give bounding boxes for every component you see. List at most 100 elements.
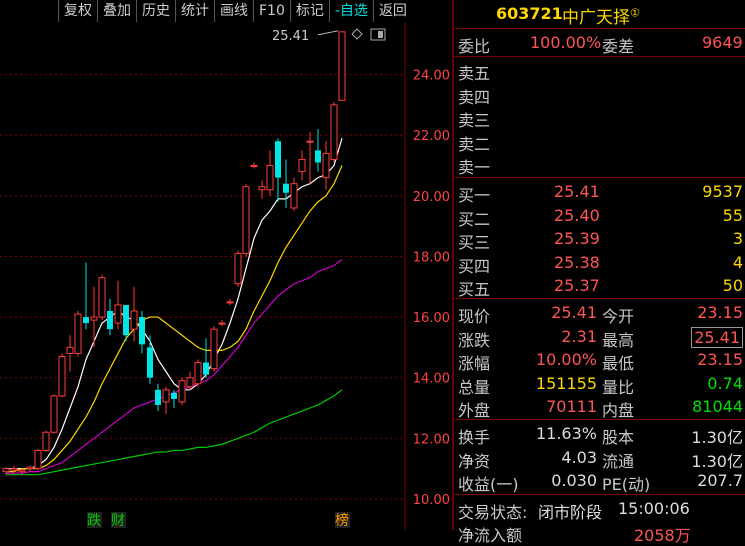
- window-icon-fill: [378, 31, 383, 38]
- buy-price: 25.40: [554, 205, 600, 225]
- toolbar-button-3[interactable]: 统计: [175, 0, 214, 22]
- weibi-row: 委比 100.00% 委差 9649: [454, 31, 745, 56]
- buy-row: 买四 25.38 4: [454, 251, 745, 276]
- toolbar-button-0[interactable]: 复权: [58, 0, 97, 22]
- candle-body: [107, 311, 113, 330]
- quote-value: 70111: [546, 397, 597, 417]
- event-marker: 榜: [335, 512, 349, 529]
- fund-value: 1.30亿: [691, 428, 743, 447]
- sell-label: 卖五: [458, 64, 491, 83]
- quote-row: 外盘 70111 内盘 81044: [454, 395, 745, 421]
- y-tick-label: 12.00: [413, 432, 450, 447]
- quote-value: 10.00%: [535, 350, 597, 370]
- candle-body: [74, 313, 82, 354]
- toolbar-button-6[interactable]: 标记: [289, 0, 329, 22]
- toolbar-button-7[interactable]: -自选: [328, 0, 373, 22]
- buy-row: 买一 25.41 9537: [454, 180, 745, 205]
- quote-value: 81044: [692, 397, 743, 417]
- fund-label: 收益(一): [458, 475, 519, 495]
- candle-body: [162, 389, 170, 403]
- quote-label: 总量: [458, 377, 491, 397]
- buy-volume: 4: [732, 252, 743, 272]
- partial-label: 净流入额: [458, 526, 523, 545]
- candle-body: [123, 304, 129, 336]
- quote-label: 今开: [602, 307, 635, 326]
- candle-body: [234, 252, 242, 285]
- sell-row: 卖五: [454, 58, 745, 83]
- toolbar-button-2[interactable]: 历史: [136, 0, 175, 22]
- candle-body: [283, 183, 289, 193]
- fund-value: 11.63%: [535, 424, 597, 443]
- quote-label: 涨幅: [458, 354, 491, 374]
- candle-body: [315, 150, 321, 163]
- candle-body: [18, 469, 26, 473]
- event-marker: 财: [111, 513, 125, 529]
- candle-body: [10, 468, 18, 471]
- quote-label: 外盘: [458, 401, 491, 421]
- buy-price: 25.38: [554, 252, 600, 272]
- candle-body: [186, 377, 194, 388]
- weibi-label: 委比: [458, 37, 491, 56]
- quote-value: 0.74: [707, 373, 743, 393]
- fund-value: 207.7: [697, 471, 743, 491]
- stock-title: 603721 中广天择①: [454, 0, 745, 29]
- sell-row: 卖一: [454, 152, 745, 177]
- toolbar-button-4[interactable]: 画线: [214, 0, 253, 22]
- weibi-value: 100.00%: [530, 33, 602, 52]
- y-tick-label: 10.00: [413, 493, 450, 508]
- y-tick-label: 20.00: [413, 190, 450, 205]
- stock-name[interactable]: 中广天择①: [562, 3, 640, 28]
- diamond-icon: [351, 28, 363, 40]
- fund-label: 流通: [602, 451, 635, 471]
- sell-row: 卖三: [454, 105, 745, 131]
- fund-label: 股本: [602, 428, 635, 447]
- sell-label: 卖三: [458, 111, 491, 131]
- quote-row: 总量 151155 量比 0.74: [454, 372, 745, 397]
- buy-label: 买五: [458, 280, 491, 300]
- buy-row: 买二 25.40 55: [454, 204, 745, 229]
- candle-body: [171, 392, 177, 399]
- y-tick-label: 24.00: [413, 69, 450, 84]
- buy-label: 买四: [458, 256, 491, 276]
- quote-value: 25.41: [691, 326, 743, 348]
- candle-body: [242, 186, 250, 254]
- toolbar-button-1[interactable]: 叠加: [97, 0, 136, 22]
- y-tick-label: 22.00: [413, 129, 450, 144]
- sell-row: 卖四: [454, 82, 745, 107]
- candle-body: [275, 141, 281, 178]
- partial-row: 净流入额 2058万: [454, 520, 745, 545]
- quote-label: 内盘: [602, 401, 635, 421]
- candle-body: [266, 165, 274, 191]
- candle-body: [26, 466, 34, 470]
- candle-body: [139, 317, 145, 345]
- candle-body: [330, 104, 338, 160]
- toolbar-button-5[interactable]: F10: [253, 0, 290, 22]
- quote-row: 涨幅 10.00% 最低 23.15: [454, 348, 745, 374]
- last-price-label: 25.41: [272, 29, 309, 44]
- quote-value: 151155: [535, 373, 597, 393]
- quote-label: 最高: [602, 330, 635, 350]
- status-row: 交易状态: 闭市阶段 15:00:06: [454, 497, 745, 522]
- y-tick-label: 18.00: [413, 250, 450, 265]
- fund-row: 换手 11.63% 股本 1.30亿: [454, 422, 745, 447]
- candle-body: [203, 362, 209, 375]
- quote-panel: 603721 中广天择① 委比 100.00% 委差 9649 卖五 卖四 卖三 卖二…: [454, 0, 745, 545]
- candlestick-chart[interactable]: 10.00 12.00 14.00 16.00 18.00 20.00 22.00 24.00…: [0, 0, 452, 530]
- candle-body: [226, 301, 234, 304]
- buy-volume: 55: [722, 205, 743, 225]
- buy-label: 买三: [458, 233, 491, 253]
- chart-toolbar: 复权 叠加 历史 统计 画线 F10 标记 -自选 返回: [58, 0, 412, 22]
- quote-label: 现价: [458, 307, 491, 326]
- buy-label: 买二: [458, 209, 491, 229]
- candle-body: [50, 395, 58, 433]
- quote-value: 23.15: [697, 303, 743, 322]
- candle-body: [290, 183, 298, 209]
- buy-price: 25.37: [554, 276, 600, 296]
- quote-value: 23.15: [697, 350, 743, 370]
- candle-body: [178, 380, 186, 403]
- quote-value: 2.31: [561, 326, 597, 346]
- quote-label: 量比: [602, 377, 635, 397]
- candle-body: [338, 31, 346, 101]
- quote-row: 涨跌 2.31 最高 25.41: [454, 325, 745, 350]
- toolbar-button-8[interactable]: 返回: [372, 0, 412, 22]
